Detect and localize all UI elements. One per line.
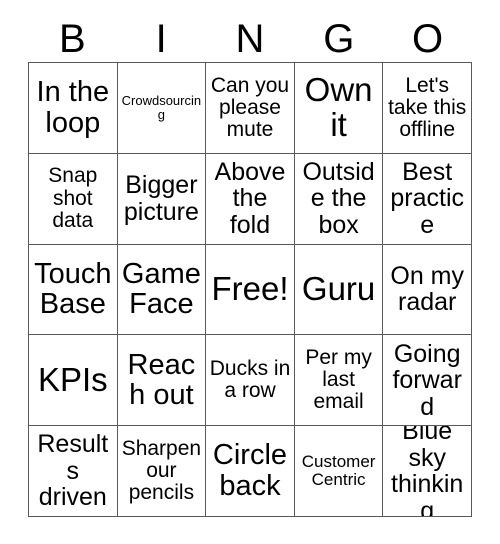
bingo-cell-label: On my radar [390,261,464,317]
bingo-cell-label: Own it [304,70,373,143]
bingo-cell-label: Let's take this offline [388,73,467,142]
bingo-cell-label: Can you please mute [210,73,290,142]
bingo-grid: In the loop Crowdsourcing Can you please m… [28,62,472,517]
bingo-cell-r1c4[interactable]: Own it [294,63,384,154]
bingo-cell-r3c4[interactable]: Guru [294,244,384,336]
bingo-cell-r2c1[interactable]: Snap shot data [29,153,118,245]
bingo-cell-r5c3[interactable]: Circle back [206,426,295,517]
bingo-cell-r3c2[interactable]: Game Face [117,244,207,336]
bingo-cell-label: Sharpen our pencils [121,436,202,505]
bingo-cell-r1c3[interactable]: Can you please mute [206,63,295,154]
bingo-cell-r1c1[interactable]: In the loop [29,63,118,154]
bingo-cell-label: Free! [211,270,289,307]
bingo-cell-label: Bigger picture [123,171,199,226]
bingo-cell-label: Customer Centric [301,452,376,490]
bingo-cell-r5c5[interactable]: Blue sky thinking [383,426,472,517]
bingo-cell-label: Going forward [392,339,462,421]
bingo-cell-label: Guru [301,270,376,307]
bingo-cell-label: Above the fold [214,157,286,239]
bingo-cell-r4c5[interactable]: Going forward [383,335,472,427]
bingo-cell-r1c5[interactable]: Let's take this offline [383,63,472,154]
bingo-header-letter-o: O [412,17,444,61]
bingo-cell-label: Best practice [390,157,464,239]
bingo-cell-label: Snap shot data [48,164,98,232]
bingo-cell-r5c1[interactable]: Results driven [29,426,118,517]
bingo-cell-r3c5[interactable]: On my radar [383,244,472,336]
bingo-card: B I N G O In the loop Crowdsourcing Can you pl… [0,0,500,544]
bingo-cell-r3c1[interactable]: Touch Base [29,244,118,336]
bingo-cell-r2c2[interactable]: Bigger picture [117,153,207,245]
bingo-cell-r5c2[interactable]: Sharpen our pencils [117,426,207,517]
bingo-cell-r2c3[interactable]: Above the fold [206,153,295,245]
bingo-cell-label: In the loop [36,76,110,139]
bingo-cell-r4c3[interactable]: Ducks in a row [206,335,295,427]
bingo-cell-r5c4[interactable]: Customer Centric [294,426,384,517]
bingo-cell-r4c2[interactable]: Reach out [117,335,207,427]
bingo-header-letter-g: G [323,17,355,61]
bingo-cell-r4c1[interactable]: KPIs [29,335,118,427]
bingo-cell-r4c4[interactable]: Per my last email [294,335,384,427]
bingo-cell-label: Results driven [37,430,109,512]
bingo-cell-label: Per my last email [305,345,372,414]
bingo-cell-label: Ducks in a row [209,357,291,403]
bingo-cell-label: Crowdsourcing [121,93,202,122]
bingo-header: BINGO [28,16,472,62]
bingo-cell-label: Blue sky thinking [391,426,464,517]
bingo-cell-label: Game Face [121,257,201,321]
bingo-cell-label: Circle back [212,439,288,503]
bingo-header-letter-i: I [155,17,167,61]
bingo-cell-r3c3[interactable]: Free! [206,244,295,336]
bingo-cell-r1c2[interactable]: Crowdsourcing [117,63,207,154]
bingo-header-letter-n: N [235,17,265,61]
bingo-cell-r2c5[interactable]: Best practice [383,153,472,245]
bingo-cell-r2c4[interactable]: Outside the box [294,153,384,245]
bingo-header-letter-b: B [59,17,86,61]
bingo-cell-label: Outside the box [302,157,375,239]
bingo-cell-label: KPIs [37,360,108,398]
bingo-cell-label: Reach out [127,348,196,412]
bingo-cell-label: Touch Base [34,257,112,321]
